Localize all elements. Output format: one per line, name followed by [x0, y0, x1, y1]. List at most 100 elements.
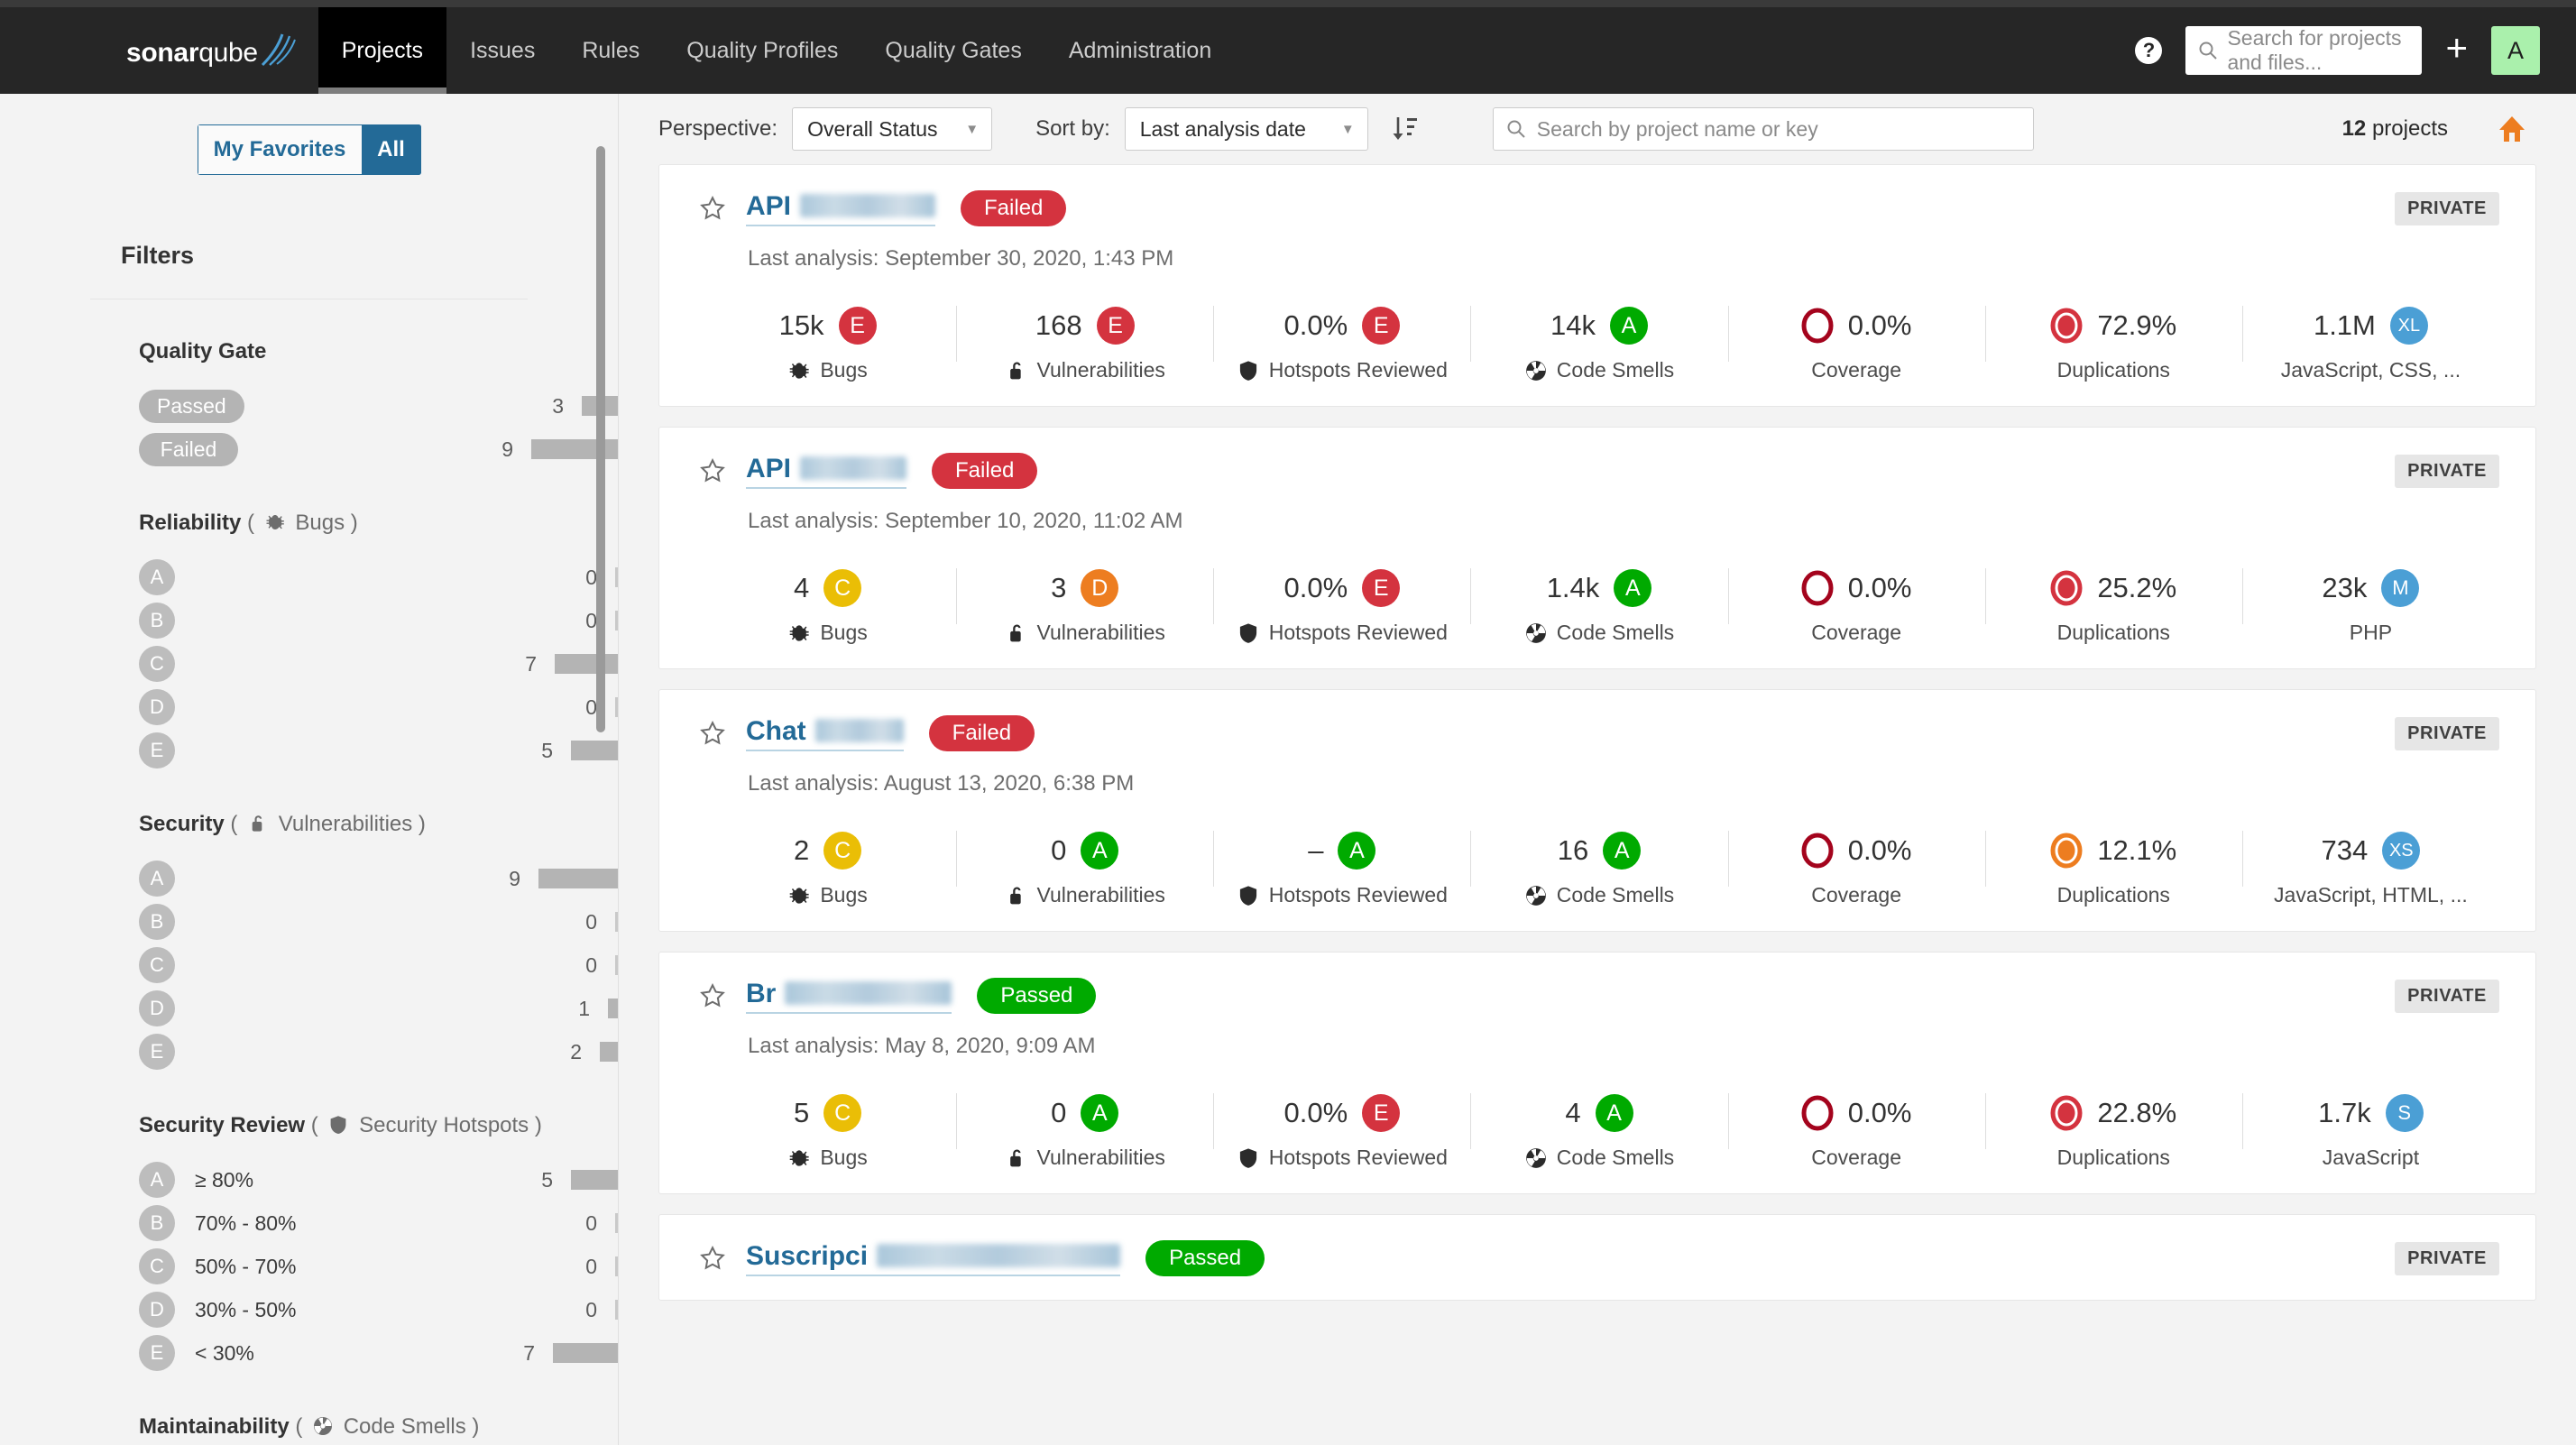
metric-coverage[interactable]: 0.0% Coverage — [1727, 565, 1985, 645]
add-new-button[interactable]: + — [2445, 29, 2468, 72]
all-projects-button[interactable]: All — [361, 124, 421, 175]
metric-code-smells[interactable]: 16 A Code Smells — [1470, 827, 1727, 907]
home-icon[interactable] — [2498, 115, 2525, 143]
filter-row-bar — [615, 697, 618, 717]
nav-item-issues[interactable]: Issues — [446, 7, 558, 94]
filter-row[interactable]: C0 — [139, 943, 618, 987]
filter-row[interactable]: A0 — [139, 556, 618, 599]
filter-row[interactable]: B0 — [139, 599, 618, 642]
sort-direction-button[interactable] — [1392, 115, 1419, 143]
bug-icon — [787, 621, 811, 645]
metric-hotspots-reviewed[interactable]: 0.0% E Hotspots Reviewed — [1213, 565, 1470, 645]
code-smell-icon — [1524, 621, 1548, 645]
perspective-select[interactable]: Overall Status ▼ — [792, 107, 993, 151]
metric-code-smells[interactable]: 14k A Code Smells — [1470, 302, 1727, 382]
metric-vulnerabilities[interactable]: 0 A Vulnerabilities — [956, 827, 1213, 907]
metric-hotspots-reviewed[interactable]: 0.0% E Hotspots Reviewed — [1213, 302, 1470, 382]
quality-gate-status-badge: Failed — [961, 190, 1067, 226]
filter-row[interactable]: B 70% - 80% 0 — [139, 1201, 618, 1245]
metric-size[interactable]: 23k M PHP — [2241, 565, 2499, 645]
project-card[interactable]: PRIVATE API Failed Last analysis: Septem… — [658, 427, 2536, 669]
metric-size[interactable]: 1.1M XL JavaScript, CSS, ... — [2241, 302, 2499, 382]
filter-row[interactable]: D1 — [139, 987, 618, 1030]
project-search-input[interactable]: Search by project name or key — [1492, 107, 2034, 151]
filter-row[interactable]: A9 — [139, 857, 618, 900]
metric-coverage[interactable]: 0.0% Coverage — [1727, 302, 1985, 382]
metric-bugs[interactable]: 4 C Bugs — [699, 565, 956, 645]
metric-duplications[interactable]: 72.9% Duplications — [1984, 302, 2242, 382]
sidebar-scrollbar-thumb[interactable] — [596, 146, 605, 732]
nav-item-rules[interactable]: Rules — [558, 7, 663, 94]
favorite-star-icon[interactable] — [699, 195, 726, 222]
metric-bugs[interactable]: 5 C Bugs — [699, 1090, 956, 1170]
metric-duplications[interactable]: 25.2% Duplications — [1984, 565, 2242, 645]
filter-row[interactable]: Passed 3 — [139, 384, 618, 428]
project-name-link[interactable]: Br — [746, 979, 952, 1014]
project-name-link[interactable]: API — [746, 454, 907, 489]
metric-duplications[interactable]: 22.8% Duplications — [1984, 1090, 2242, 1170]
project-name-link[interactable]: Chat — [746, 716, 904, 751]
my-favorites-button[interactable]: My Favorites — [197, 124, 362, 175]
metric-hotspots-reviewed[interactable]: – A Hotspots Reviewed — [1213, 827, 1470, 907]
quality-gate-status-badge: Failed — [932, 453, 1038, 489]
metric-rating-badge: A — [1609, 307, 1648, 345]
favorite-star-icon[interactable] — [699, 1245, 726, 1272]
favorite-star-icon[interactable] — [699, 457, 726, 484]
metric-label-row: Vulnerabilities — [1005, 621, 1165, 645]
metric-size[interactable]: 734 XS JavaScript, HTML, ... — [2241, 827, 2499, 907]
metric-bugs[interactable]: 2 C Bugs — [699, 827, 956, 907]
project-card[interactable]: PRIVATE Chat Failed Last analysis: Augus… — [658, 689, 2536, 932]
metric-vulnerabilities[interactable]: 168 E Vulnerabilities — [956, 302, 1213, 382]
filter-row[interactable]: E < 30% 7 — [139, 1331, 618, 1375]
metric-size[interactable]: 1.7k S JavaScript — [2241, 1090, 2499, 1170]
project-count: 12 projects — [2342, 116, 2448, 142]
quality-gate-status-badge: Passed — [977, 978, 1097, 1014]
help-icon[interactable]: ? — [2135, 37, 2163, 64]
filter-row[interactable]: A ≥ 80% 5 — [139, 1158, 618, 1201]
metric-vulnerabilities[interactable]: 3 D Vulnerabilities — [956, 565, 1213, 645]
filter-row[interactable]: E5 — [139, 729, 618, 772]
filter-row[interactable]: Failed 9 — [139, 428, 618, 471]
size-badge: XS — [2382, 832, 2421, 870]
nav-item-projects[interactable]: Projects — [317, 7, 447, 94]
metric-code-smells[interactable]: 1.4k A Code Smells — [1470, 565, 1727, 645]
metric-coverage[interactable]: 0.0% Coverage — [1727, 1090, 1985, 1170]
filter-row[interactable]: C 50% - 70% 0 — [139, 1245, 618, 1288]
metric-code-smells[interactable]: 4 A Code Smells — [1470, 1090, 1727, 1170]
sort-by-select[interactable]: Last analysis date ▼ — [1124, 107, 1368, 151]
metric-label-row: Coverage — [1811, 1146, 1901, 1170]
filter-row[interactable]: D 30% - 50% 0 — [139, 1288, 618, 1331]
favorite-star-icon[interactable] — [699, 720, 726, 747]
size-badge: XL — [2389, 307, 2428, 345]
metric-value-row: 15k E — [779, 302, 877, 349]
filter-row[interactable]: B0 — [139, 900, 618, 943]
nav-item-quality-profiles[interactable]: Quality Profiles — [663, 7, 861, 94]
project-name-link[interactable]: API — [746, 191, 936, 226]
metric-vulnerabilities[interactable]: 0 A Vulnerabilities — [956, 1090, 1213, 1170]
sonarqube-logo[interactable]: sonarqube — [126, 7, 297, 94]
sidebar-scrollbar-track[interactable] — [596, 94, 605, 1445]
filter-row[interactable]: E2 — [139, 1030, 618, 1073]
metric-hotspots-reviewed[interactable]: 0.0% E Hotspots Reviewed — [1213, 1090, 1470, 1170]
metric-label-row: Bugs — [787, 883, 868, 907]
user-avatar[interactable]: A — [2491, 26, 2540, 75]
global-search-input[interactable]: Search for projects and files... — [2185, 26, 2423, 75]
metric-bugs[interactable]: 15k E Bugs — [699, 302, 956, 382]
filter-row[interactable]: C7 — [139, 642, 618, 686]
metric-coverage[interactable]: 0.0% Coverage — [1727, 827, 1985, 907]
project-card[interactable]: PRIVATE Br Passed Last analysis: May 8, … — [658, 952, 2536, 1194]
filter-row-count: 9 — [509, 866, 520, 890]
favorite-star-icon[interactable] — [699, 982, 726, 1009]
metric-label: Coverage — [1811, 621, 1901, 644]
lock-icon — [1005, 884, 1028, 907]
project-card[interactable]: PRIVATE Suscripci Passed — [658, 1214, 2536, 1301]
chevron-down-icon: ▼ — [1340, 121, 1355, 137]
nav-item-quality-gates[interactable]: Quality Gates — [861, 7, 1044, 94]
project-card[interactable]: PRIVATE API Failed Last analysis: Septem… — [658, 164, 2536, 407]
nav-item-administration[interactable]: Administration — [1045, 7, 1235, 94]
metric-duplications[interactable]: 12.1% Duplications — [1984, 827, 2242, 907]
metric-value: 16 — [1557, 834, 1589, 866]
filter-row[interactable]: D0 — [139, 686, 618, 729]
project-name-link[interactable]: Suscripci — [746, 1241, 1121, 1276]
size-badge: M — [2381, 569, 2420, 607]
